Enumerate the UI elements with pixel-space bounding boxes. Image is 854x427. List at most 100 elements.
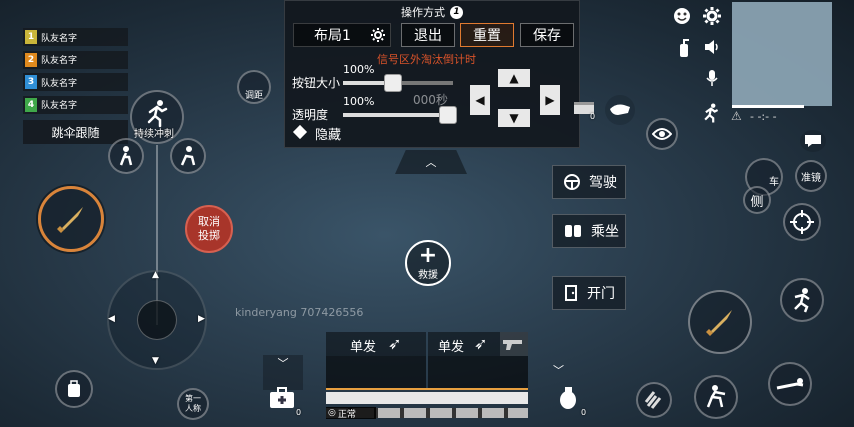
single-fire-icon: ➶ (474, 334, 488, 353)
team-member-name: 队友名字 (41, 33, 78, 44)
prone-button[interactable] (768, 362, 812, 406)
settings-button[interactable] (702, 6, 722, 30)
backpack-icon (68, 380, 80, 397)
opacity-value: 100% (343, 95, 375, 108)
chevron-down-icon[interactable]: ﹀ (263, 355, 303, 390)
punch-button[interactable] (605, 95, 635, 125)
run-icon (704, 103, 719, 123)
crouch-icon (706, 385, 726, 408)
move-left-button[interactable]: ◀ (470, 85, 490, 115)
chevron-down-icon[interactable]: ﹀ (553, 362, 564, 378)
prone-left-button[interactable] (170, 138, 206, 174)
team-member-1: 1 队友名字 (23, 28, 128, 46)
zone-countdown-text: 信号区外淘汰倒计时 (377, 53, 476, 66)
adjust-distance-button[interactable]: 调距 (237, 70, 271, 104)
emote-icon (674, 8, 690, 24)
team-number: 4 (25, 97, 37, 112)
fire-right-button[interactable] (688, 290, 752, 354)
health-bar (326, 392, 528, 404)
gear-icon[interactable] (370, 27, 386, 43)
microphone-button[interactable] (704, 68, 720, 92)
hide-toggle[interactable]: 隐藏 (315, 124, 341, 143)
weapon-slot-1-header[interactable]: 单发 ➶ (326, 332, 426, 356)
chevron-up-icon[interactable]: ︿ (395, 150, 467, 174)
team-number: 2 (25, 52, 37, 67)
ride-button[interactable]: 乘坐 (552, 214, 626, 248)
help-badge[interactable]: 1 (450, 5, 463, 19)
watermark-text: kinderyang 707426556 (235, 306, 364, 319)
button-size-knob[interactable] (383, 74, 402, 92)
crouch-left-button[interactable] (108, 138, 144, 174)
adjust-label: 调距 (244, 90, 263, 101)
exit-button[interactable]: 退出 (401, 23, 455, 47)
bullet-icon (57, 207, 83, 233)
gear-icon (703, 7, 721, 25)
medkit-button[interactable] (268, 386, 296, 414)
stance-label: 正常 (337, 409, 356, 420)
save-button[interactable]: 保存 (520, 23, 574, 47)
reload-button[interactable] (636, 382, 672, 418)
move-up-button[interactable]: ▲ (498, 69, 530, 87)
weapon-bar: 单发 ➶ 单发 ➶ ◎ 正常 (326, 332, 528, 420)
aim-button[interactable] (783, 203, 821, 241)
grenade-count: 0 (581, 408, 587, 417)
weapon-slot-1[interactable] (326, 356, 426, 388)
emote-button[interactable] (672, 6, 692, 30)
parachute-follow-button[interactable]: 跳伞跟随 (23, 120, 128, 144)
cancel-throw-button[interactable]: 取消 投掷 (185, 205, 233, 253)
medkit-icon (270, 387, 294, 408)
move-right-button[interactable]: ▶ (540, 85, 560, 115)
seat-icon (565, 225, 581, 237)
minimap-scale (732, 105, 804, 108)
reset-button[interactable]: 重置 (460, 23, 514, 47)
scope-button[interactable]: 准镜 (795, 160, 827, 192)
grenade-button[interactable] (556, 384, 580, 414)
crouch-button[interactable] (694, 375, 738, 419)
opacity-knob[interactable] (439, 106, 457, 124)
rescue-button[interactable]: + 救援 (405, 240, 451, 286)
jump-button[interactable] (780, 278, 824, 322)
chat-button[interactable] (800, 130, 826, 152)
lean-button[interactable]: 侧 (743, 186, 771, 214)
first-person-toggle[interactable]: 第一 人称 (177, 388, 209, 420)
microphone-icon (706, 70, 718, 86)
crosshair-icon (790, 210, 814, 234)
weapon-slot-2[interactable] (428, 356, 528, 388)
move-down-button[interactable]: ▼ (498, 109, 530, 127)
open-door-label: 开门 (587, 286, 615, 302)
fire-mode-2: 单发 (438, 340, 465, 355)
single-fire-icon: ➶ (388, 334, 402, 353)
team-list: 1 队友名字 2 队友名字 3 队友名字 4 队友名字 (23, 28, 128, 118)
weapon-bar-divider (326, 388, 528, 390)
fire-left-button[interactable] (38, 186, 104, 252)
auto-run-button[interactable] (700, 102, 722, 128)
joystick-right-arrow: ▶ (198, 314, 205, 324)
chat-icon (805, 135, 821, 147)
button-size-value: 100% (343, 63, 375, 76)
joystick-down-arrow: ▼ (152, 356, 159, 366)
plus-icon: + (418, 242, 438, 268)
team-member-name: 队友名字 (41, 78, 78, 89)
open-door-button[interactable]: 开门 (552, 276, 626, 310)
fire-extinguisher-button[interactable] (676, 38, 692, 62)
layout-selector[interactable]: 布局1 (293, 23, 391, 47)
ammo-icon (644, 391, 662, 409)
panel-title: 操作方式 1 (285, 4, 579, 20)
layout-name: 布局1 (314, 28, 351, 44)
team-member-4: 4 队友名字 (23, 95, 128, 114)
prone-icon (776, 378, 804, 390)
free-look-button[interactable] (646, 118, 678, 150)
minimap[interactable] (732, 2, 832, 106)
weapon-slot-2-header[interactable]: 单发 ➶ (428, 332, 528, 356)
ride-label: 乘坐 (591, 224, 619, 240)
diamond-icon[interactable] (292, 124, 308, 140)
button-size-label: 按钮大小 (292, 76, 341, 90)
pistol-icon[interactable] (500, 332, 528, 356)
bullet-icon (706, 310, 732, 336)
opacity-fill (343, 113, 453, 117)
drive-button[interactable]: 驾驶 (552, 165, 626, 199)
backpack-button[interactable] (55, 370, 93, 408)
door-icon (565, 285, 577, 301)
joystick-knob[interactable] (137, 300, 177, 340)
speaker-button[interactable] (703, 38, 721, 60)
